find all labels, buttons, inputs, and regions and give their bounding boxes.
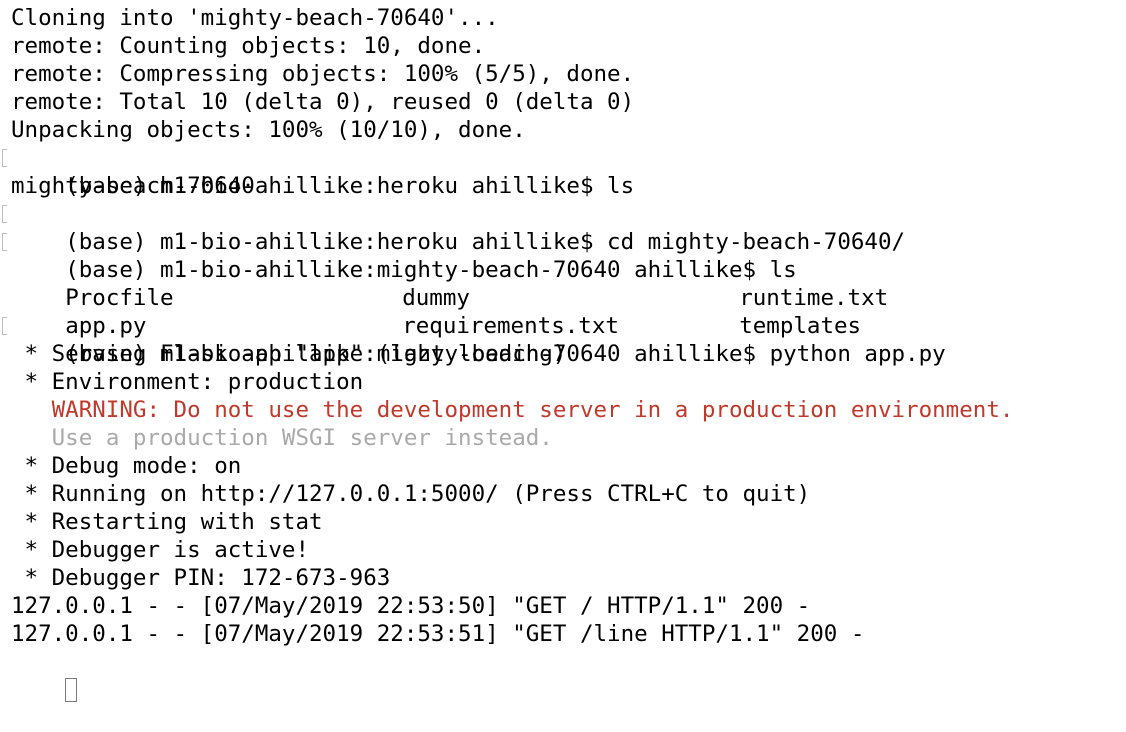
prompt-line: (base) m1-bio-ahillike:mighty-beach-7064… <box>0 228 1126 283</box>
output-line: Cloning into 'mighty-beach-70640'... <box>11 5 499 31</box>
prompt-mark-icon <box>2 205 7 223</box>
output-line: * Debugger PIN: 172-673-963 <box>11 565 391 591</box>
output-line: remote: Compressing objects: 100% (5/5),… <box>11 61 635 87</box>
prompt-mark-icon <box>2 149 7 167</box>
output-line: * Debugger is active! <box>11 537 310 563</box>
terminal-window[interactable]: Cloning into 'mighty-beach-70640'... rem… <box>0 0 1126 702</box>
prompt-line: (base) m1-bio-ahillike:heroku ahillike$ … <box>0 144 1126 199</box>
prompt-line: (base) m1-bio-ahillike:heroku ahillike$ … <box>0 200 1126 255</box>
log-line: 127.0.0.1 - - [07/May/2019 22:53:51] "GE… <box>11 621 865 647</box>
listing-row: app.py requirements.txt templates <box>0 284 1126 339</box>
output-line: * Running on http://127.0.0.1:5000/ (Pre… <box>11 481 811 507</box>
hint-line: Use a production WSGI server instead. <box>11 425 553 451</box>
log-line: 127.0.0.1 - - [07/May/2019 22:53:50] "GE… <box>11 593 811 619</box>
prompt-mark-icon <box>2 233 7 251</box>
listing-row: Procfile dummy runtime.txt <box>0 256 1126 311</box>
output-line: Unpacking objects: 100% (10/10), done. <box>11 117 526 143</box>
cursor-line[interactable] <box>0 648 1126 702</box>
output-line: remote: Total 10 (delta 0), reused 0 (de… <box>11 89 635 115</box>
output-line: * Restarting with stat <box>11 509 323 535</box>
prompt-line: (base) m1-bio-ahillike:mighty-beach-7064… <box>0 312 1126 367</box>
warning-line: WARNING: Do not use the development serv… <box>11 397 1014 423</box>
terminal-cursor[interactable] <box>65 677 78 702</box>
prompt-mark-icon <box>2 317 7 335</box>
output-line: * Serving Flask app "app" (lazy loading) <box>11 341 567 367</box>
output-line: * Debug mode: on <box>11 453 242 479</box>
output-line: * Environment: production <box>11 369 364 395</box>
output-line: mighty-beach-70640 <box>11 173 255 199</box>
output-line: remote: Counting objects: 10, done. <box>11 33 486 59</box>
